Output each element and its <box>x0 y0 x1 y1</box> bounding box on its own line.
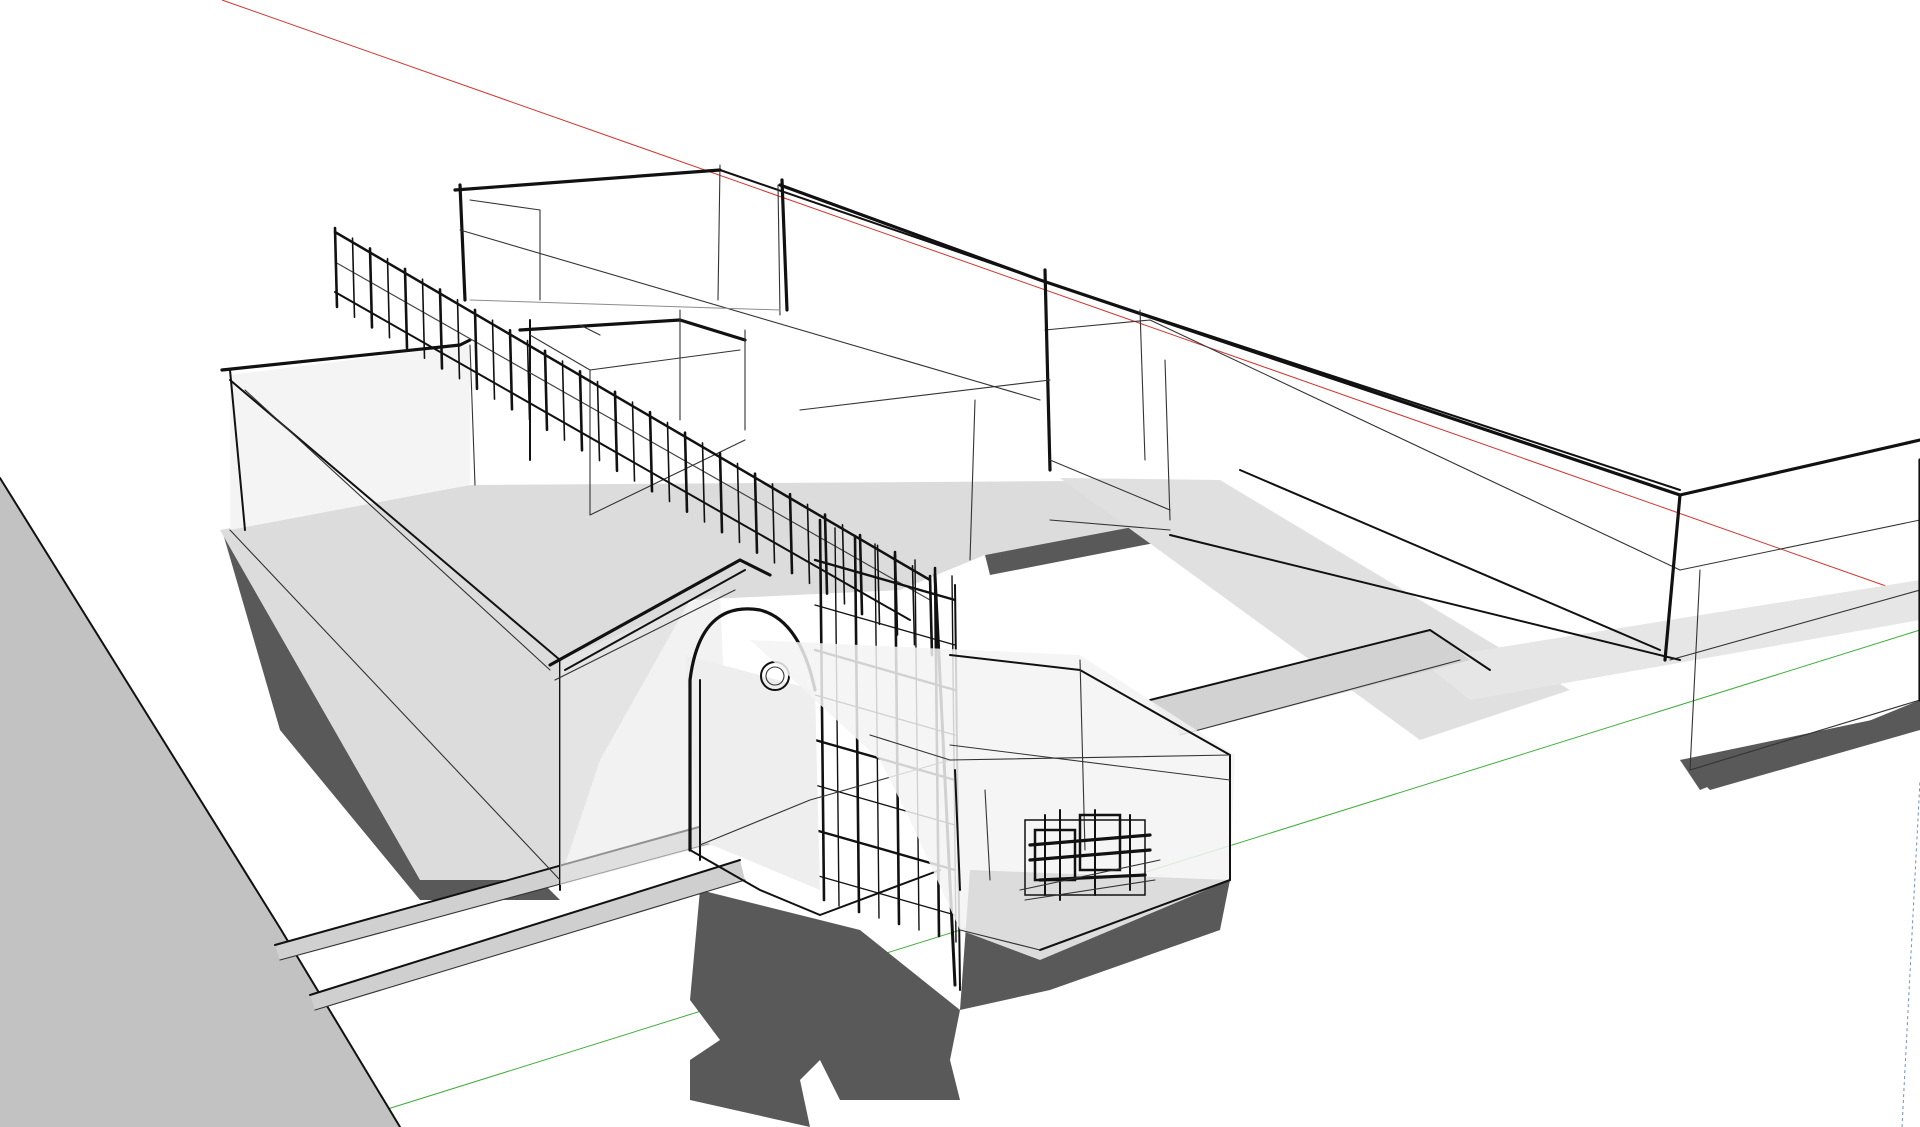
model-viewport[interactable] <box>0 0 1920 1127</box>
model-canvas[interactable] <box>0 0 1920 1127</box>
blue-axis <box>1901 779 1920 1127</box>
